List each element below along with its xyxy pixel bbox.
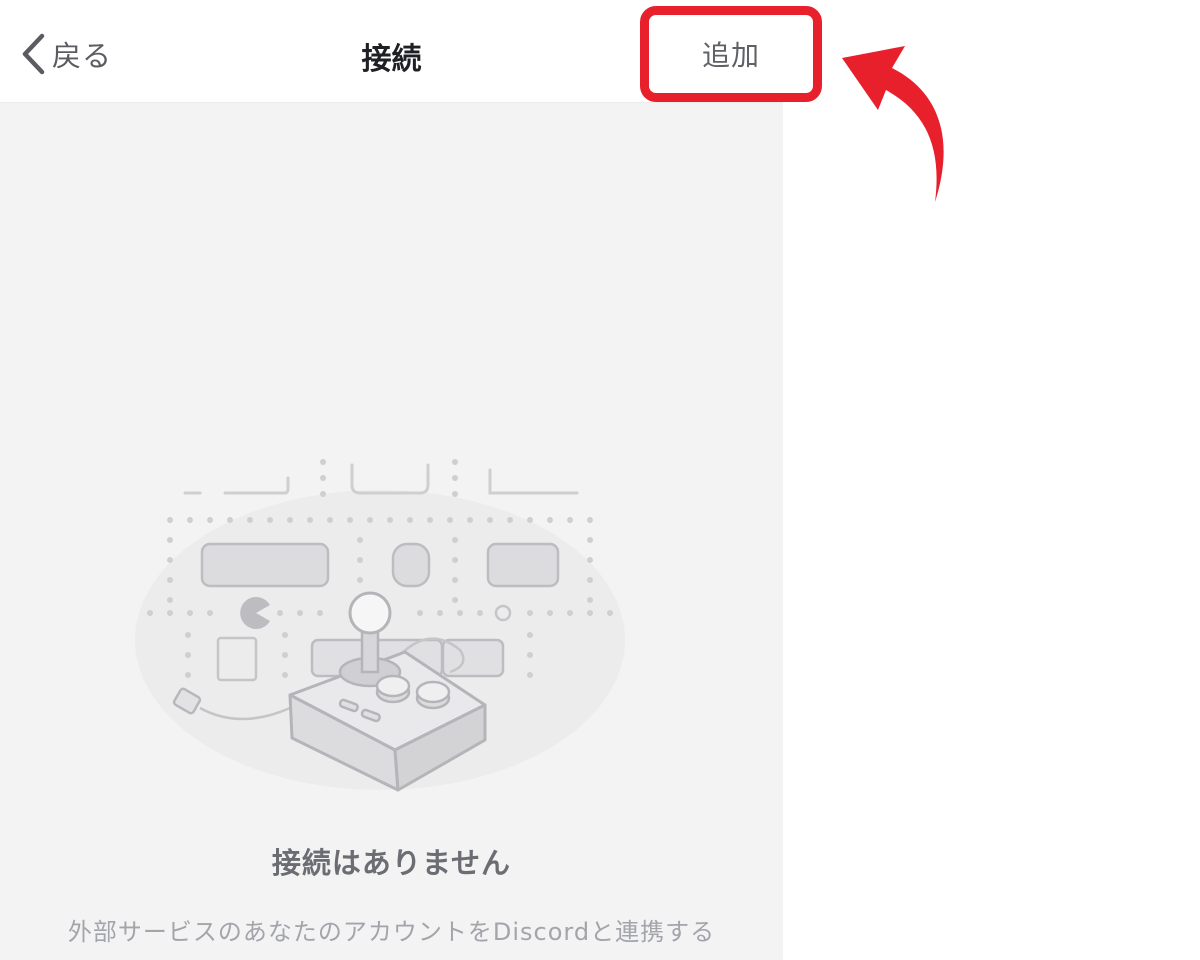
back-button[interactable]: 戻る <box>20 28 112 80</box>
empty-state-title: 接続はありません <box>271 846 512 880</box>
add-connection-button[interactable]: 追加 <box>640 6 822 102</box>
chevron-left-icon <box>20 32 46 76</box>
back-label: 戻る <box>52 39 113 73</box>
empty-state-description: 外部サービスのあなたのアカウントをDiscordと連携する <box>67 918 716 946</box>
connections-screen: 戻る 接続 接続はありません 外部サービスのあなたのアカウントをDiscordと… <box>0 0 783 960</box>
page-title: 接続 <box>361 42 422 77</box>
red-curved-arrow-icon <box>842 46 944 202</box>
arcade-joystick-illustration <box>135 459 625 792</box>
